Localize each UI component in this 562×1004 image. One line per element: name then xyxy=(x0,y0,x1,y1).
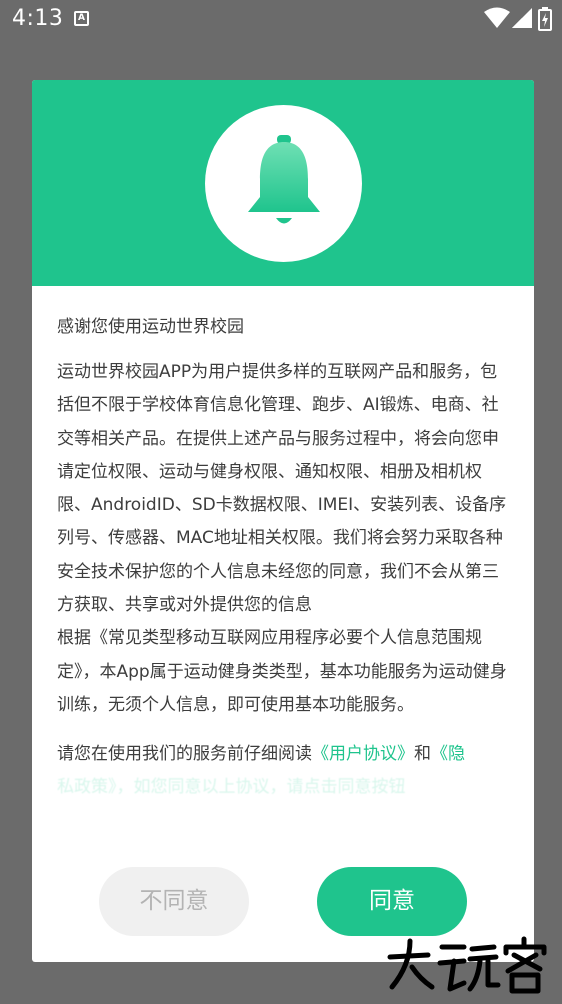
policy-body: 运动世界校园APP为用户提供多样的互联网产品和服务，包括但不限于学校体育信息化管… xyxy=(57,356,512,722)
user-agreement-link[interactable]: 《用户协议》 xyxy=(312,744,414,764)
bell-icon xyxy=(248,135,320,224)
status-time: 4:13 xyxy=(12,6,64,31)
status-bar: 4:13 A xyxy=(0,0,562,38)
wifi-icon xyxy=(484,7,510,28)
privacy-dialog: 感谢您使用运动世界校园 运动世界校园APP为用户提供多样的互联网产品和服务，包括… xyxy=(32,80,534,962)
battery-icon xyxy=(538,7,552,31)
bell-badge xyxy=(205,105,362,262)
notification-a-icon: A xyxy=(74,11,89,26)
greeting-text: 感谢您使用运动世界校园 xyxy=(57,317,244,337)
agreement-line: 请您在使用我们的服务前仔细阅读《用户协议》和《隐 xyxy=(57,738,512,771)
privacy-policy-link[interactable]: 《隐 xyxy=(431,744,465,764)
dialog-content: 感谢您使用运动世界校园 运动世界校园APP为用户提供多样的互联网产品和服务，包括… xyxy=(57,314,512,828)
agree-button[interactable]: 同意 xyxy=(317,867,467,936)
status-icons xyxy=(484,7,554,31)
disagree-button[interactable]: 不同意 xyxy=(99,867,249,936)
faded-text: 私政策》，如您同意以上协议，请点击同意按钮 xyxy=(57,777,406,798)
policy-paragraph: 根据《常见类型移动互联网应用程序必要个人信息范围规定》，本App属于运动健身类类… xyxy=(57,628,507,715)
policy-paragraph: 运动世界校园APP为用户提供多样的互联网产品和服务，包括但不限于学校体育信息化管… xyxy=(57,362,507,616)
agreement-conjunction: 和 xyxy=(414,744,431,765)
agreement-prefix: 请您在使用我们的服务前仔细阅读 xyxy=(57,744,312,765)
dialog-header xyxy=(32,80,534,286)
watermark-logo xyxy=(384,935,554,995)
signal-icon xyxy=(512,8,532,28)
